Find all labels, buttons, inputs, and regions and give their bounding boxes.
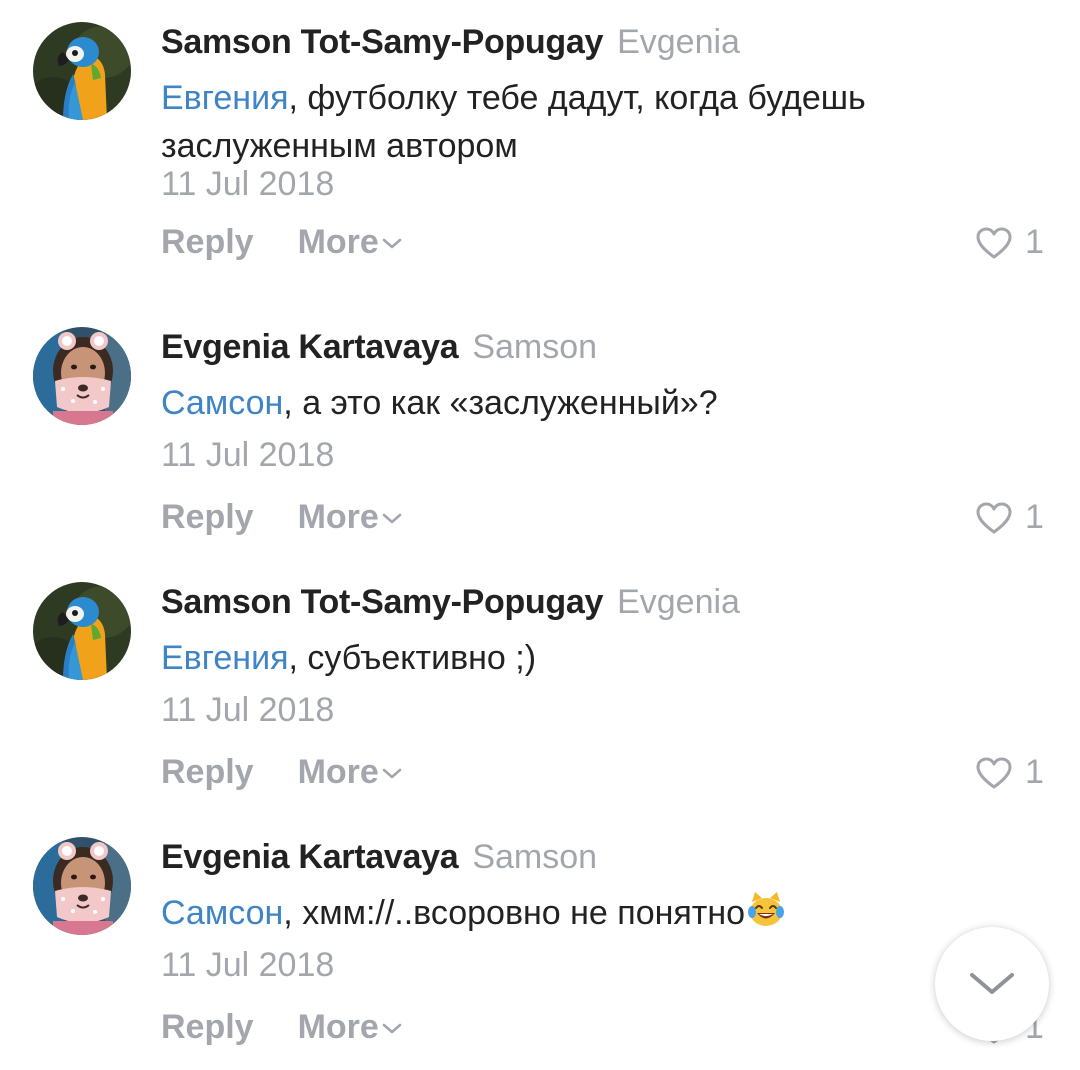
comment-text: Евгения, субъективно ;)	[161, 634, 1021, 682]
girl-avatar[interactable]	[33, 327, 131, 425]
comment-header: Samson Tot-Samy-Popugay Evgenia	[161, 580, 740, 631]
comment-item: Evgenia Kartavaya Samson Самсон, а это ка…	[0, 305, 1080, 560]
scroll-down-button[interactable]	[935, 927, 1049, 1041]
comment-body: , субъективно ;)	[288, 639, 537, 677]
reply-to-name[interactable]: Samson	[472, 838, 597, 876]
comment-actions: Reply More	[161, 1005, 403, 1049]
reply-to-name[interactable]: Samson	[472, 328, 597, 366]
like-count: 1	[1025, 223, 1044, 261]
comment-actions: Reply More	[161, 220, 403, 264]
comment-item: Evgenia Kartavaya Samson Самсон, хмм://..…	[0, 815, 1080, 1070]
comment-date: 11 Jul 2018	[161, 691, 335, 729]
comment-header: Evgenia Kartavaya Samson	[161, 325, 597, 376]
mention-link[interactable]: Евгения	[161, 79, 288, 117]
more-button[interactable]: More	[298, 1005, 403, 1049]
chevron-down-icon	[382, 513, 402, 524]
mention-link[interactable]: Самсон	[161, 894, 283, 932]
more-label: More	[297, 223, 379, 261]
comment-text: Самсон, хмм://..всоровно не понятно	[161, 889, 1021, 937]
like-button[interactable]: 1	[975, 220, 1044, 264]
chevron-down-icon	[970, 973, 1014, 994]
heart-icon	[976, 227, 1012, 259]
chevron-down-icon	[382, 238, 402, 249]
reply-button[interactable]: Reply	[161, 495, 254, 539]
mention-link[interactable]: Самсон	[161, 384, 283, 422]
comment-actions: Reply More	[161, 495, 403, 539]
reply-button[interactable]: Reply	[161, 750, 254, 794]
more-label: More	[297, 753, 379, 791]
comment-body: , а это как «заслуженный»?	[283, 384, 718, 422]
mention-link[interactable]: Евгения	[161, 639, 288, 677]
more-button[interactable]: More	[298, 750, 403, 794]
chevron-down-icon	[382, 768, 402, 779]
comment-text: Самсон, а это как «заслуженный»?	[161, 379, 1021, 427]
parrot-avatar[interactable]	[33, 22, 131, 120]
comment-header: Evgenia Kartavaya Samson	[161, 835, 597, 886]
parrot-avatar[interactable]	[33, 582, 131, 680]
reply-button[interactable]: Reply	[161, 220, 254, 264]
girl-avatar[interactable]	[33, 837, 131, 935]
like-count: 1	[1025, 753, 1044, 791]
comment-item: Samson Tot-Samy-Popugay Evgenia Евгения, …	[0, 0, 1080, 261]
comment-date: 11 Jul 2018	[161, 946, 335, 984]
comment-date: 11 Jul 2018	[161, 165, 335, 203]
more-button[interactable]: More	[298, 495, 403, 539]
comment-item: Samson Tot-Samy-Popugay Evgenia Евгения, …	[0, 560, 1080, 815]
comment-author[interactable]: Samson Tot-Samy-Popugay	[161, 23, 603, 61]
comment-header: Samson Tot-Samy-Popugay Evgenia	[161, 20, 740, 71]
comment-author[interactable]: Evgenia Kartavaya	[161, 838, 459, 876]
more-button[interactable]: More	[298, 220, 403, 264]
comment-date: 11 Jul 2018	[161, 436, 335, 474]
like-button[interactable]: 1	[975, 495, 1044, 539]
heart-icon	[976, 502, 1012, 534]
chevron-down-icon	[382, 1023, 402, 1034]
reply-button[interactable]: Reply	[161, 1005, 254, 1049]
comment-actions: Reply More	[161, 750, 403, 794]
reply-to-name[interactable]: Evgenia	[617, 583, 740, 621]
more-label: More	[297, 498, 379, 536]
comment-body: , хмм://..всоровно не понятно	[283, 894, 746, 932]
heart-icon	[976, 757, 1012, 789]
more-label: More	[297, 1008, 379, 1046]
like-count: 1	[1025, 498, 1044, 536]
comment-text: Евгения, футболку тебе дадут, когда буде…	[161, 74, 1021, 170]
reply-to-name[interactable]: Evgenia	[617, 23, 740, 61]
comment-author[interactable]: Evgenia Kartavaya	[161, 328, 459, 366]
like-button[interactable]: 1	[975, 750, 1044, 794]
comment-author[interactable]: Samson Tot-Samy-Popugay	[161, 583, 603, 621]
cat-tears-of-joy-emoji	[748, 892, 785, 926]
